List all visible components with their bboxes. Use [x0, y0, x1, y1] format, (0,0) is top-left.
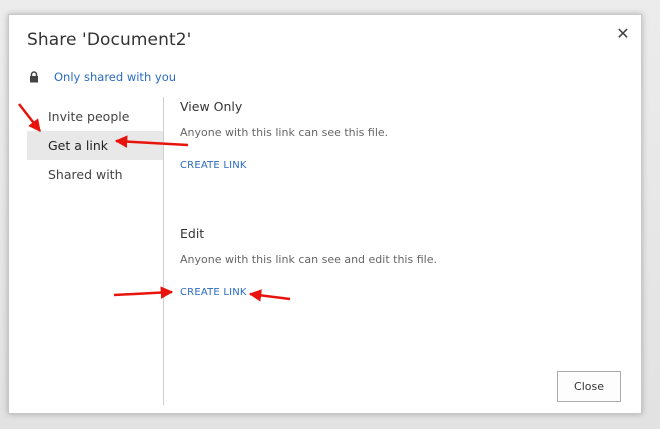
- shared-status-link[interactable]: Only shared with you: [54, 70, 176, 84]
- nav-item-shared-with[interactable]: Shared with: [27, 160, 164, 189]
- edit-description: Anyone with this link can see and edit t…: [180, 253, 437, 266]
- share-nav: Invite people Get a link Shared with: [27, 102, 164, 189]
- nav-item-get-a-link[interactable]: Get a link: [27, 131, 164, 160]
- create-view-link-button[interactable]: CREATE LINK: [180, 160, 247, 171]
- view-only-section: View Only Anyone with this link can see …: [180, 99, 388, 172]
- edit-section: Edit Anyone with this link can see and e…: [180, 226, 437, 299]
- close-button[interactable]: Close: [557, 371, 621, 402]
- close-icon[interactable]: ✕: [615, 25, 631, 43]
- nav-divider: [163, 97, 164, 405]
- lock-icon: [30, 71, 38, 83]
- nav-item-invite-people[interactable]: Invite people: [27, 102, 164, 131]
- view-only-heading: View Only: [180, 99, 243, 114]
- dialog-title: Share 'Document2': [27, 30, 192, 50]
- sharing-status: Only shared with you: [29, 69, 176, 85]
- share-dialog: Share 'Document2' ✕ Only shared with you…: [8, 14, 642, 414]
- view-only-description: Anyone with this link can see this file.: [180, 126, 389, 139]
- create-edit-link-button[interactable]: CREATE LINK: [180, 287, 247, 298]
- edit-heading: Edit: [180, 226, 205, 241]
